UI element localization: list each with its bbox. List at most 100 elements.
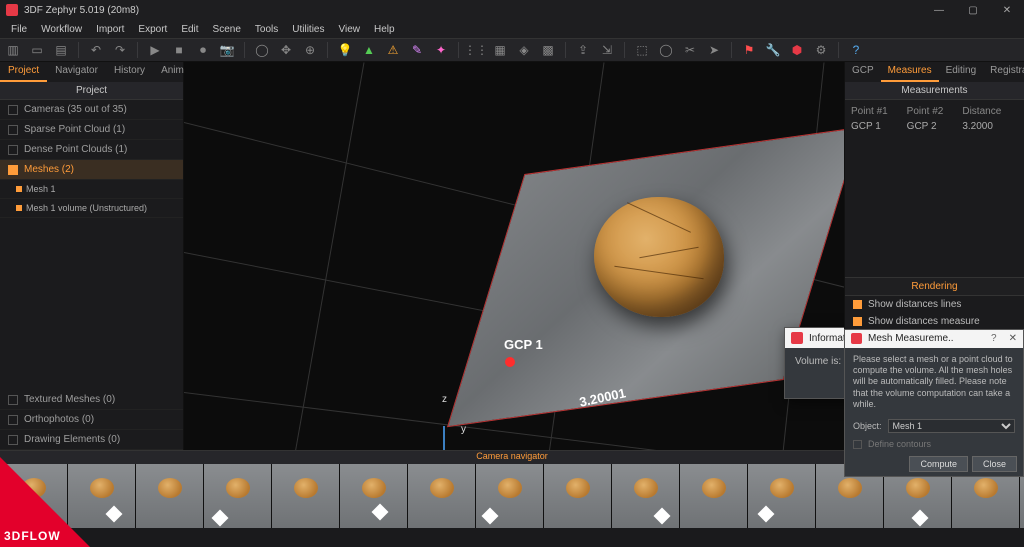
mm-close-button[interactable]: Close (972, 456, 1017, 472)
thumbnail[interactable] (544, 464, 612, 528)
tree-cameras[interactable]: Cameras (35 out of 35) (0, 100, 183, 120)
zoom-icon[interactable]: ⊕ (301, 41, 319, 59)
tab-history[interactable]: History (106, 62, 153, 82)
rock-mesh (594, 197, 724, 317)
cut-icon[interactable]: ✂ (681, 41, 699, 59)
tree-mesh1-volume[interactable]: Mesh 1 volume (Unstructured) (0, 199, 183, 218)
warning-icon[interactable]: ⚠ (384, 41, 402, 59)
menu-file[interactable]: File (4, 22, 34, 37)
share-icon[interactable]: ⇪ (574, 41, 592, 59)
menu-tools[interactable]: Tools (248, 22, 285, 37)
dialog-title: Information (809, 333, 844, 344)
dialog-logo-icon (791, 332, 803, 344)
thumbnail[interactable] (272, 464, 340, 528)
thumbnail[interactable] (408, 464, 476, 528)
maximize-button[interactable]: ▢ (956, 0, 990, 20)
menu-help[interactable]: Help (367, 22, 402, 37)
gcp-label: GCP 1 (504, 337, 543, 352)
tab-gcp[interactable]: GCP (845, 62, 881, 82)
menu-export[interactable]: Export (131, 22, 174, 37)
record-icon[interactable]: ⏺ (194, 41, 212, 59)
menu-workflow[interactable]: Workflow (34, 22, 89, 37)
tree-drawing[interactable]: Drawing Elements (0) (0, 430, 183, 450)
tree-textured[interactable]: Textured Meshes (0) (0, 390, 183, 410)
brush-icon[interactable]: ✎ (408, 41, 426, 59)
menu-utilities[interactable]: Utilities (285, 22, 331, 37)
new-icon[interactable]: ▥ (4, 41, 22, 59)
panel-title: Project (0, 82, 183, 100)
tree-mesh1[interactable]: Mesh 1 (0, 180, 183, 199)
tab-editing[interactable]: Editing (939, 62, 984, 82)
axis-gizmo: z y (419, 422, 469, 450)
dense-icon[interactable]: ▦ (491, 41, 509, 59)
mm-help-icon[interactable]: ? (991, 333, 997, 344)
thumbnail[interactable] (680, 464, 748, 528)
export-icon[interactable]: ⇲ (598, 41, 616, 59)
thumbnail[interactable] (204, 464, 272, 528)
mm-close-icon[interactable]: ✕ (1009, 333, 1017, 344)
pointer-icon[interactable]: ➤ (705, 41, 723, 59)
menu-bar: File Workflow Import Export Edit Scene T… (0, 20, 1024, 38)
save-icon[interactable]: ▤ (52, 41, 70, 59)
gear-icon[interactable]: ⚙ (812, 41, 830, 59)
light-icon[interactable]: 💡 (336, 41, 354, 59)
title-bar: 3DF Zephyr 5.019 (20m8) — ▢ ✕ (0, 0, 1024, 20)
project-panel: Project Navigator History Animator Proje… (0, 62, 184, 450)
cube-icon[interactable]: ⬢ (788, 41, 806, 59)
wrench-icon[interactable]: 🔧 (764, 41, 782, 59)
texture-icon[interactable]: ▩ (539, 41, 557, 59)
triangle-icon[interactable]: ▲ (360, 41, 378, 59)
tree-sparse[interactable]: Sparse Point Cloud (1) (0, 120, 183, 140)
mm-define-contours[interactable]: Define contours (868, 439, 931, 449)
pan-icon[interactable]: ✥ (277, 41, 295, 59)
close-button[interactable]: ✕ (990, 0, 1024, 20)
gcp-marker[interactable] (505, 357, 515, 367)
menu-view[interactable]: View (332, 22, 368, 37)
thumbnail[interactable] (748, 464, 816, 528)
stop-icon[interactable]: ■ (170, 41, 188, 59)
wand-icon[interactable]: ✦ (432, 41, 450, 59)
dialog-body: Volume is: 1.176947 (785, 348, 844, 375)
menu-edit[interactable]: Edit (174, 22, 205, 37)
mm-compute-button[interactable]: Compute (909, 456, 968, 472)
viewport-3d[interactable]: GCP 1 3.20001 z y Information ✕ Volume i… (184, 62, 844, 450)
orbit-icon[interactable]: ◯ (253, 41, 271, 59)
sparse-icon[interactable]: ⋮⋮ (467, 41, 485, 59)
tab-measures[interactable]: Measures (881, 62, 939, 82)
help-icon[interactable]: ? (847, 41, 865, 59)
app-logo-icon (6, 4, 18, 16)
table-row[interactable]: GCP 1GCP 23.2000 (851, 119, 1018, 134)
mesh-measurement-dialog: Mesh Measureme.. ? ✕ Please select a mes… (844, 329, 1024, 477)
tree-dense[interactable]: Dense Point Clouds (1) (0, 140, 183, 160)
left-tabs: Project Navigator History Animator (0, 62, 183, 82)
menu-import[interactable]: Import (89, 22, 131, 37)
tab-navigator[interactable]: Navigator (47, 62, 106, 82)
undo-icon[interactable]: ↶ (87, 41, 105, 59)
flag-icon[interactable]: ⚑ (740, 41, 758, 59)
thumbnail[interactable] (612, 464, 680, 528)
thumbnail[interactable] (476, 464, 544, 528)
chk-show-lines[interactable]: Show distances lines (845, 296, 1024, 313)
info-dialog: Information ✕ Volume is: 1.176947 OK (784, 327, 844, 399)
thumbnail[interactable] (136, 464, 204, 528)
right-panel-title: Measurements (845, 82, 1024, 100)
open-icon[interactable]: ▭ (28, 41, 46, 59)
minimize-button[interactable]: — (922, 0, 956, 20)
menu-scene[interactable]: Scene (206, 22, 248, 37)
redo-icon[interactable]: ↷ (111, 41, 129, 59)
app-title: 3DF Zephyr 5.019 (20m8) (24, 5, 139, 16)
chk-show-measure[interactable]: Show distances measure (845, 313, 1024, 330)
mm-object-select[interactable]: Mesh 1 (888, 419, 1015, 433)
tree-meshes[interactable]: Meshes (2) (0, 160, 183, 180)
tab-registration[interactable]: Registration (983, 62, 1024, 82)
brand-text: 3DFLOW (4, 529, 61, 543)
camera-icon[interactable]: 📷 (218, 41, 236, 59)
tree-ortho[interactable]: Orthophotos (0) (0, 410, 183, 430)
tab-project[interactable]: Project (0, 62, 47, 82)
mm-body: Please select a mesh or a point cloud to… (845, 348, 1023, 416)
thumbnail[interactable] (340, 464, 408, 528)
select-icon[interactable]: ⬚ (633, 41, 651, 59)
lasso-icon[interactable]: ◯ (657, 41, 675, 59)
mesh-icon[interactable]: ◈ (515, 41, 533, 59)
play-icon[interactable]: ▶ (146, 41, 164, 59)
